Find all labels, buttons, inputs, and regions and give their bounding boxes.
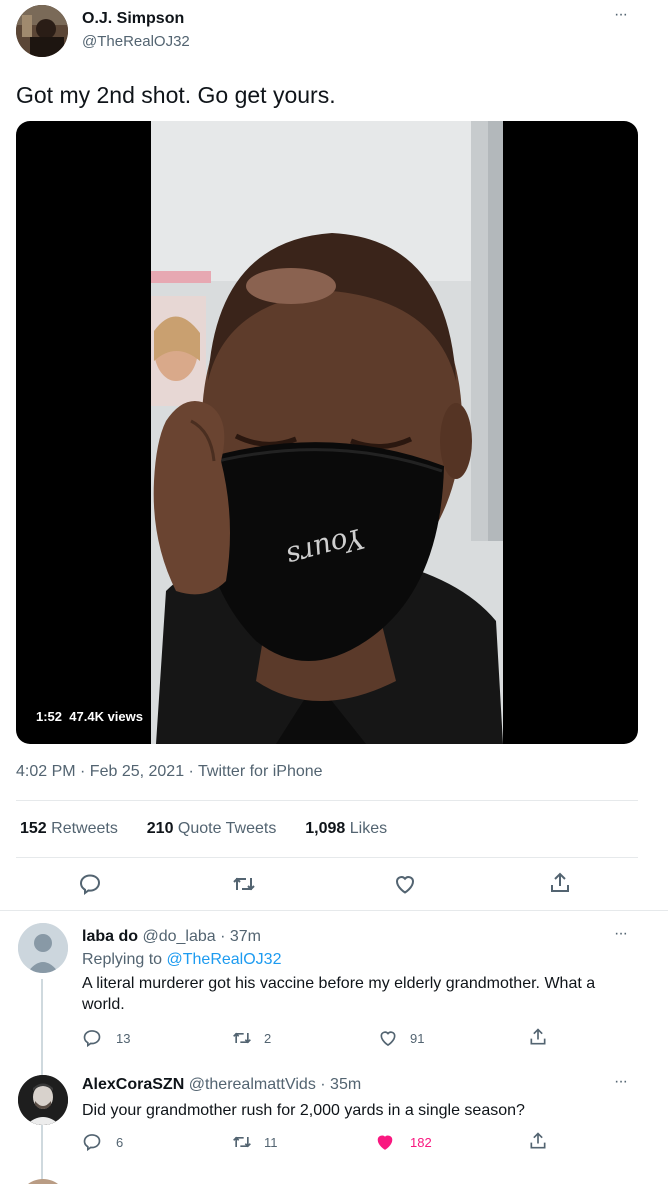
replying-to-label: Replying to [82,951,163,968]
retweet-count: 11 [264,1135,278,1150]
author-name[interactable]: O.J. Simpson [82,10,184,28]
like-icon[interactable] [393,872,417,896]
engagement-stats: 152 Retweets 210 Quote Tweets 1,098 Like… [20,820,387,838]
likes-stat[interactable]: 1,098 Likes [305,820,387,837]
tweet-text: Got my 2nd shot. Go get yours. [16,82,336,108]
retweets-label: Retweets [51,820,118,837]
author-handle[interactable]: @TheRealOJ32 [82,33,190,50]
reply-tweet[interactable]: laba do @do_laba · 37m ··· Replying to @… [0,911,668,1131]
video-views: 47.4K views [69,709,143,724]
reply-author-handle[interactable]: @do_laba [142,928,215,945]
tweet-timestamp[interactable]: 4:02 PM · Feb 25, 2021 · Twitter for iPh… [16,763,323,781]
reply-author-name[interactable]: laba do [82,928,138,945]
video-frame [151,121,503,744]
reply-time[interactable]: · 35m [320,1076,361,1093]
divider [16,857,638,858]
reply-count: 13 [116,1031,131,1046]
quotes-label: Quote Tweets [177,820,277,837]
likes-count: 1,098 [305,820,346,837]
video-badge: 1:52 47.4K views [28,706,151,727]
like-icon[interactable] [378,1028,398,1048]
more-options-icon[interactable]: ··· [614,6,628,24]
reply-author-name[interactable]: AlexCoraSZN [82,1076,184,1093]
video-player[interactable]: Yours 1:52 47.4K views [16,121,638,744]
next-reply-avatar[interactable] [18,1179,68,1184]
like-count: 91 [410,1031,425,1046]
video-duration: 1:52 [36,709,63,724]
main-tweet: O.J. Simpson @TheRealOJ32 ··· Got my 2nd… [0,0,668,910]
like-count: 182 [410,1135,432,1150]
quotes-count: 210 [146,820,174,837]
more-options-icon[interactable]: ··· [614,925,628,943]
retweet-icon[interactable] [231,1132,253,1152]
share-icon[interactable] [528,1131,548,1151]
retweet-icon[interactable] [231,1028,253,1048]
retweets-count: 152 [20,820,47,837]
reply-text: Did your grandmother rush for 2,000 yard… [82,1102,525,1119]
more-options-icon[interactable]: ··· [614,1073,628,1091]
reply-icon[interactable] [78,872,102,896]
retweet-icon[interactable] [231,872,257,896]
retweet-count: 2 [264,1031,272,1046]
retweets-stat[interactable]: 152 Retweets [20,820,122,837]
share-icon[interactable] [548,871,572,895]
reply-icon[interactable] [82,1028,102,1048]
quotes-stat[interactable]: 210 Quote Tweets [147,820,281,837]
reply-icon[interactable] [82,1132,102,1152]
thread-line [41,1131,43,1184]
replying-to-handle[interactable]: @TheRealOJ32 [167,951,282,968]
replying-to: Replying to @TheRealOJ32 [82,951,281,969]
reply-avatar[interactable] [18,1075,68,1125]
author-avatar[interactable] [16,5,68,57]
share-icon[interactable] [528,1027,548,1047]
likes-label: Likes [349,820,388,837]
reply-avatar[interactable] [18,923,68,973]
liked-heart-icon[interactable] [374,1132,396,1152]
reply-header: laba do @do_laba · 37m [82,928,261,946]
reply-header: AlexCoraSZN @therealmattVids · 35m [82,1076,361,1094]
divider [16,800,638,801]
reply-time[interactable]: · 37m [220,928,261,945]
reply-count: 6 [116,1135,124,1150]
reply-author-handle[interactable]: @therealmattVids [189,1076,316,1093]
reply-text: A literal murderer got his vaccine befor… [82,975,596,1013]
reply-tweet[interactable]: AlexCoraSZN @therealmattVids · 35m ··· D… [0,1061,668,1184]
